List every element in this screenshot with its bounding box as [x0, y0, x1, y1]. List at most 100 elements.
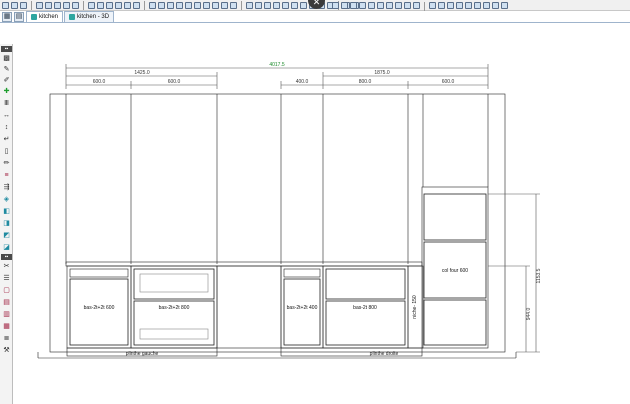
light-icon[interactable]: [212, 1, 219, 9]
worktop-icon[interactable]: [291, 1, 298, 9]
cabinet-800-inner-2: [139, 328, 209, 340]
cabinet-icon[interactable]: [273, 1, 280, 9]
view-front-icon[interactable]: [167, 1, 174, 9]
shape-poly-icon[interactable]: [447, 2, 454, 9]
cabinet-400-door: [283, 278, 321, 346]
door-icon[interactable]: ▯: [2, 148, 11, 156]
toolbar-divider: [83, 0, 84, 10]
drawer-icon[interactable]: ▤: [2, 299, 11, 307]
pen-icon[interactable]: ✎: [2, 66, 11, 74]
copy-icon[interactable]: [63, 1, 70, 9]
layers-icon[interactable]: [133, 1, 140, 9]
panel-icon[interactable]: ▦: [2, 323, 11, 331]
zoom-in-icon[interactable]: [88, 1, 95, 9]
elevation-icon[interactable]: [359, 2, 366, 9]
move-vertical-icon[interactable]: ↕: [2, 124, 11, 132]
view-side-icon[interactable]: [185, 1, 192, 9]
grid-toggle-icon[interactable]: ▦: [2, 12, 12, 22]
cube-icon[interactable]: [377, 2, 384, 9]
cabinet-label: bas-2t+2t 400: [287, 305, 318, 311]
zoom-fit-icon[interactable]: [106, 1, 113, 9]
view-3d-icon[interactable]: [194, 1, 201, 9]
shape-square-icon[interactable]: [438, 2, 445, 9]
cabinet-400-drawer: [283, 268, 321, 278]
shape-circle-icon[interactable]: [429, 2, 436, 9]
grid-icon[interactable]: [149, 1, 156, 9]
cube-side-icon[interactable]: [404, 2, 411, 9]
move-horizontal-icon[interactable]: ↔: [2, 112, 11, 120]
save-icon[interactable]: [45, 1, 52, 9]
cube-back-icon[interactable]: ◪: [2, 244, 11, 252]
ladder-icon[interactable]: ☰: [2, 275, 11, 283]
wall-icon[interactable]: [246, 1, 253, 9]
zoom-out-icon[interactable]: [97, 1, 104, 9]
door-icon[interactable]: [255, 1, 262, 9]
dim-height-lower: 944.0: [526, 308, 532, 321]
tab-label: kitchen: [39, 14, 59, 20]
room-icon[interactable]: [350, 2, 357, 9]
select-icon[interactable]: [2, 1, 9, 9]
checker-icon[interactable]: ▩: [2, 55, 11, 63]
tab-kitchen[interactable]: kitchen: [26, 11, 64, 22]
paste-icon[interactable]: [72, 1, 79, 9]
scissors-icon[interactable]: ✂: [2, 263, 11, 271]
layout-icon[interactable]: ▤: [14, 12, 24, 22]
open-icon[interactable]: [36, 1, 43, 9]
cube-top-icon[interactable]: ◩: [2, 232, 11, 240]
pan-icon[interactable]: [115, 1, 122, 9]
cabinet-label: bas-2t+2t 600: [84, 305, 115, 311]
material-icon[interactable]: [221, 1, 228, 9]
cube-top-icon[interactable]: [395, 2, 402, 9]
view-3d-icon: [69, 14, 76, 20]
toolbar-divider: [31, 0, 32, 10]
texture-icon[interactable]: [230, 1, 237, 9]
palette-grip[interactable]: ▪▪: [1, 46, 12, 52]
photo-icon[interactable]: [456, 2, 463, 9]
frame-icon[interactable]: ▢: [2, 287, 11, 295]
brush-icon[interactable]: ✐: [2, 77, 11, 85]
cabinet-label: bas-2t+2t 800: [159, 305, 190, 311]
measure-icon[interactable]: [124, 1, 131, 9]
redo-icon[interactable]: [20, 1, 27, 9]
cube-side-icon[interactable]: ◨: [2, 220, 11, 228]
wrench-icon[interactable]: ⚒: [2, 347, 11, 355]
plinth-icon[interactable]: [300, 1, 307, 9]
palette-grip-2[interactable]: ▪▪: [1, 254, 12, 260]
search-icon[interactable]: [483, 2, 490, 9]
undo-icon[interactable]: [11, 1, 18, 9]
return-icon[interactable]: ↵: [2, 136, 11, 144]
filter-icon[interactable]: [465, 2, 472, 9]
pencil-icon[interactable]: ✏: [2, 160, 11, 168]
cube-front-icon[interactable]: ◧: [2, 208, 11, 216]
drawing-canvas[interactable]: 4017.5 1425.0 1875.0 600.0 600.0 400.0 8…: [14, 24, 630, 404]
cube-icon[interactable]: ◈: [2, 196, 11, 204]
cabinet-800-right-drawer-1: [325, 268, 406, 300]
wall-outline: [49, 93, 506, 353]
dim-right-sub-3: 600.0: [442, 79, 455, 85]
appliance-icon[interactable]: [282, 1, 289, 9]
add-icon[interactable]: ✚: [2, 88, 11, 96]
document-tabbar: ▦ ▤ kitchen kitchen - 3D: [0, 11, 630, 23]
render-icon[interactable]: [203, 1, 210, 9]
bookmark-icon[interactable]: [474, 2, 481, 9]
shelf-icon[interactable]: ▥: [2, 311, 11, 319]
dim-left-group: 1425.0: [134, 70, 150, 76]
stack-icon[interactable]: ≡: [2, 172, 11, 180]
print-icon[interactable]: [54, 1, 61, 9]
window-icon[interactable]: [264, 1, 271, 9]
snap-icon[interactable]: [158, 1, 165, 9]
cube-front-icon[interactable]: [386, 2, 393, 9]
cube-back-icon[interactable]: [413, 2, 420, 9]
arrow-split-icon[interactable]: ⇶: [2, 184, 11, 192]
dim-right-group: 1875.0: [374, 70, 390, 76]
section-icon[interactable]: [368, 2, 375, 9]
chevron-down-icon[interactable]: [501, 2, 508, 9]
list-icon[interactable]: [492, 2, 499, 9]
list-icon[interactable]: ≣: [2, 335, 11, 343]
column-icon[interactable]: Ⅲ: [2, 100, 11, 108]
floor-icon[interactable]: [332, 2, 339, 9]
view-top-icon[interactable]: [176, 1, 183, 9]
ceiling-icon[interactable]: [341, 2, 348, 9]
tab-kitchen-3d[interactable]: kitchen - 3D: [64, 11, 115, 22]
main-toolbar: ✕: [0, 0, 630, 11]
